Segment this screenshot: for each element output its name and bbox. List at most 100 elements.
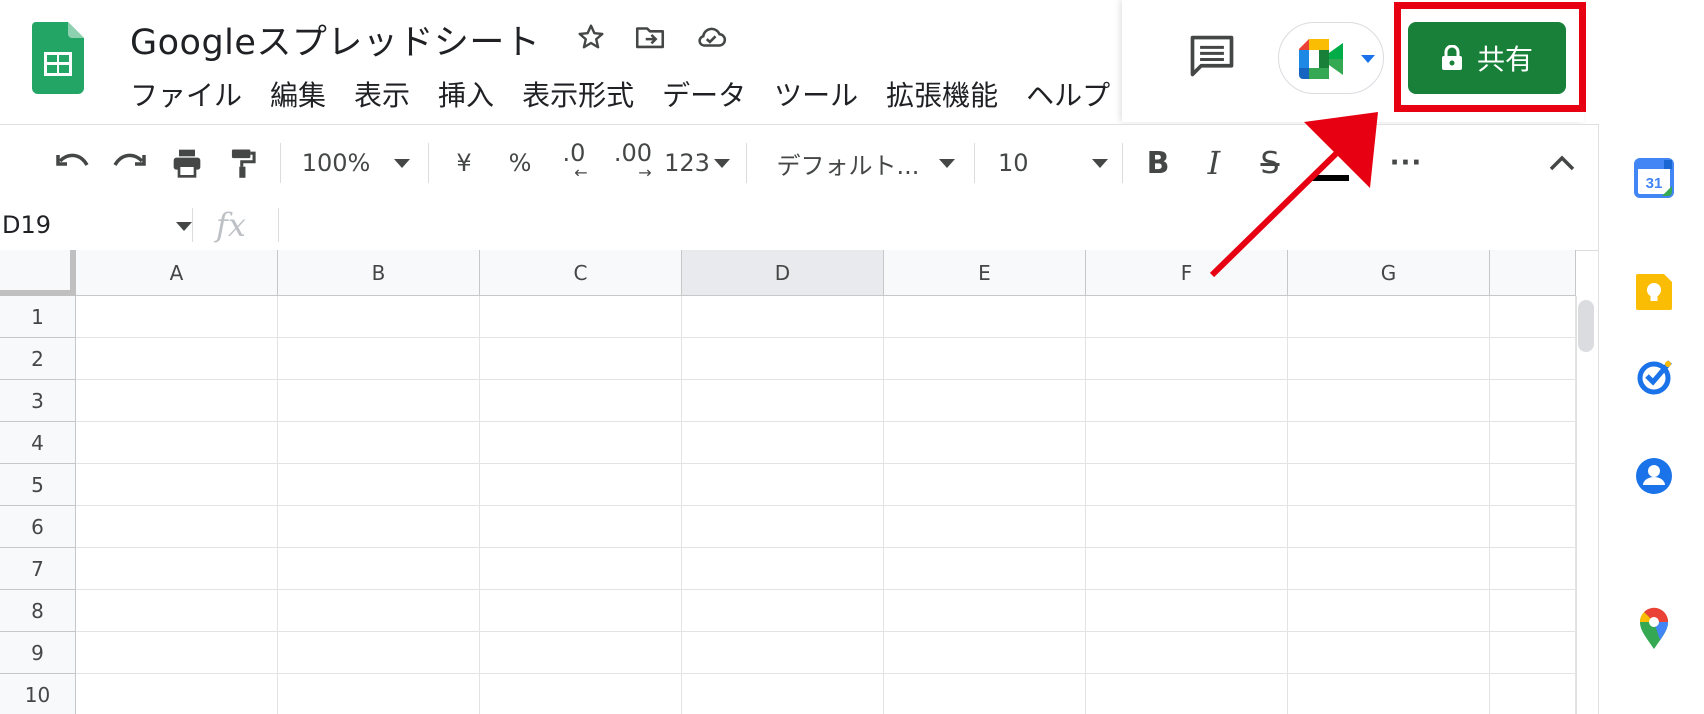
font-family-select[interactable]: デフォルト... — [770, 125, 962, 201]
grid-cell[interactable] — [278, 674, 480, 714]
maps-icon[interactable] — [1634, 606, 1674, 649]
grid-cell[interactable] — [1288, 674, 1490, 714]
number-format-select[interactable]: 123 — [664, 125, 730, 201]
bold-button[interactable]: B — [1140, 125, 1176, 201]
currency-format-button[interactable]: ¥ — [446, 125, 482, 201]
grid-cell[interactable] — [480, 632, 682, 674]
grid-cell[interactable] — [1288, 632, 1490, 674]
column-header[interactable]: C — [480, 250, 682, 296]
grid-cell[interactable] — [480, 590, 682, 632]
comment-history-icon[interactable] — [1186, 30, 1238, 82]
menu-tools[interactable]: ツール — [760, 76, 872, 116]
column-header[interactable] — [1490, 250, 1576, 296]
grid-cell[interactable] — [278, 506, 480, 548]
menu-help[interactable]: ヘルプ — [1012, 76, 1124, 116]
grid-cell[interactable] — [884, 674, 1086, 714]
grid-cell[interactable] — [884, 590, 1086, 632]
row-header[interactable]: 6 — [0, 506, 76, 548]
grid-cell[interactable] — [1086, 590, 1288, 632]
row-header[interactable]: 10 — [0, 674, 76, 714]
paint-format-icon[interactable] — [222, 125, 264, 201]
grid-cell[interactable] — [682, 674, 884, 714]
grid-cell[interactable] — [884, 296, 1086, 338]
grid-cell[interactable] — [76, 674, 278, 714]
grid-cell[interactable] — [884, 380, 1086, 422]
grid-cell[interactable] — [278, 296, 480, 338]
grid-cell[interactable] — [76, 422, 278, 464]
grid-cell[interactable] — [682, 632, 884, 674]
move-to-folder-icon[interactable] — [631, 18, 669, 56]
grid-cell[interactable] — [1086, 464, 1288, 506]
grid-cell[interactable] — [1086, 380, 1288, 422]
menu-file[interactable]: ファイル — [128, 76, 256, 116]
grid-cell[interactable] — [682, 464, 884, 506]
grid-cell[interactable] — [278, 548, 480, 590]
menu-extensions[interactable]: 拡張機能 — [872, 76, 1012, 116]
grid-cell[interactable] — [480, 506, 682, 548]
grid-cell[interactable] — [1288, 380, 1490, 422]
grid-cell[interactable] — [480, 380, 682, 422]
keep-icon[interactable] — [1634, 272, 1674, 312]
row-header[interactable]: 3 — [0, 380, 76, 422]
row-header[interactable]: 1 — [0, 296, 76, 338]
grid-cell[interactable] — [480, 338, 682, 380]
increase-decimal-button[interactable]: .00 → — [608, 125, 658, 201]
grid-cell[interactable] — [1086, 338, 1288, 380]
grid-cell[interactable] — [1288, 548, 1490, 590]
calendar-icon[interactable]: 31 — [1634, 158, 1674, 198]
meet-button[interactable] — [1278, 22, 1384, 94]
font-size-select[interactable]: 10 — [998, 125, 1108, 201]
grid-cell[interactable] — [1086, 548, 1288, 590]
grid-cell[interactable] — [1490, 338, 1576, 380]
grid-cell[interactable] — [480, 422, 682, 464]
grid-cell[interactable] — [278, 464, 480, 506]
star-icon[interactable] — [572, 18, 610, 56]
grid-cell[interactable] — [1288, 422, 1490, 464]
grid-cell[interactable] — [1086, 422, 1288, 464]
row-header[interactable]: 4 — [0, 422, 76, 464]
grid-cell[interactable] — [1490, 632, 1576, 674]
grid-cell[interactable] — [1288, 338, 1490, 380]
grid-cell[interactable] — [1288, 506, 1490, 548]
grid-cell[interactable] — [884, 464, 1086, 506]
print-icon[interactable] — [166, 125, 208, 201]
column-header[interactable]: D — [682, 250, 884, 296]
grid-cell[interactable] — [480, 548, 682, 590]
column-header[interactable]: B — [278, 250, 480, 296]
grid-cell[interactable] — [76, 296, 278, 338]
menu-insert[interactable]: 挿入 — [424, 76, 508, 116]
grid-cell[interactable] — [682, 380, 884, 422]
grid-cell[interactable] — [682, 296, 884, 338]
row-header[interactable]: 9 — [0, 632, 76, 674]
grid-cell[interactable] — [1288, 464, 1490, 506]
grid-cell[interactable] — [1086, 674, 1288, 714]
grid-cell[interactable] — [884, 338, 1086, 380]
column-header[interactable]: E — [884, 250, 1086, 296]
grid-cell[interactable] — [1490, 464, 1576, 506]
grid-cell[interactable] — [1490, 506, 1576, 548]
sheets-logo-icon[interactable] — [32, 22, 84, 94]
name-box[interactable]: D19 — [2, 200, 192, 250]
grid-cell[interactable] — [278, 632, 480, 674]
grid-cell[interactable] — [76, 380, 278, 422]
contacts-icon[interactable] — [1634, 456, 1674, 496]
grid-cell[interactable] — [682, 590, 884, 632]
grid-cell[interactable] — [1490, 548, 1576, 590]
grid-cell[interactable] — [1288, 590, 1490, 632]
percent-format-button[interactable]: % — [502, 125, 538, 201]
grid-cell[interactable] — [480, 296, 682, 338]
grid-cell[interactable] — [1490, 422, 1576, 464]
zoom-select[interactable]: 100% — [296, 125, 416, 201]
decrease-decimal-button[interactable]: .0 ← — [552, 125, 596, 201]
grid-cell[interactable] — [1490, 380, 1576, 422]
undo-icon[interactable] — [52, 125, 94, 201]
row-header[interactable]: 2 — [0, 338, 76, 380]
grid-cell[interactable] — [278, 590, 480, 632]
vertical-scrollbar[interactable] — [1576, 296, 1599, 714]
grid-cell[interactable] — [76, 338, 278, 380]
menu-view[interactable]: 表示 — [340, 76, 424, 116]
grid-cell[interactable] — [480, 464, 682, 506]
cloud-saved-icon[interactable] — [692, 18, 730, 56]
grid-cell[interactable] — [76, 632, 278, 674]
grid-cell[interactable] — [76, 590, 278, 632]
